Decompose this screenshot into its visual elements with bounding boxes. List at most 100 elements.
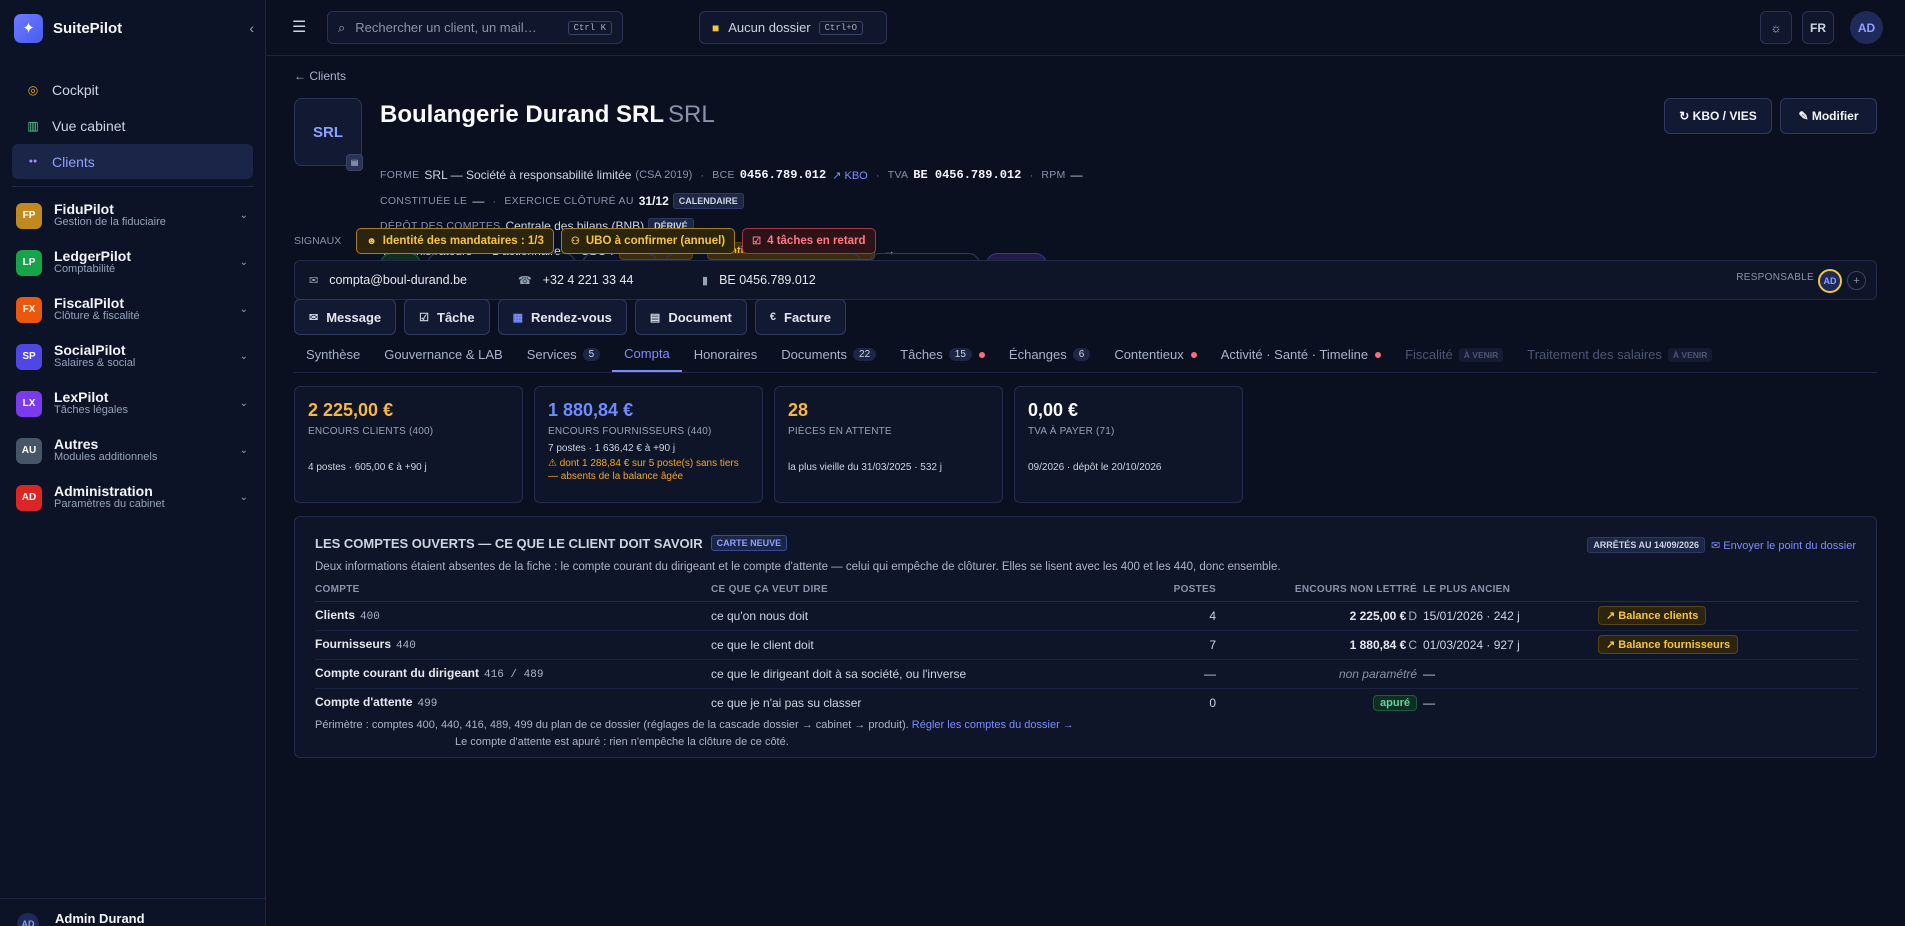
module-subtitle: Clôture & fiscalité (54, 309, 140, 322)
tab-gouvernance-lab[interactable]: Gouvernance & LAB (372, 337, 515, 372)
tab-label: Contentieux (1114, 347, 1184, 362)
module-fidupilot[interactable]: FP FiduPilot Gestion de la fiduciaire ⌄ (16, 192, 254, 239)
signal-chip[interactable]: ☑ 4 tâches en retard (742, 228, 876, 254)
account-code: 400 (360, 611, 380, 623)
tab-compta[interactable]: Compta (612, 337, 682, 372)
users-icon: ⚇ (570, 235, 580, 247)
module-ledgerpilot[interactable]: LP LedgerPilot Comptabilité ⌄ (16, 239, 254, 286)
vat-value: BE 0456.789.012 (719, 273, 816, 287)
debit-credit: C (1408, 637, 1417, 652)
search-input[interactable] (355, 20, 556, 35)
action-cell (1598, 659, 1858, 689)
postes-cell: 0 (1209, 695, 1216, 710)
action-label: Message (326, 309, 382, 325)
kpi-card[interactable]: 0,00 € TVA À PAYER (71) 09/2026 · dépôt le… (1014, 386, 1243, 503)
nav-item-clients[interactable]: ●● Clients (12, 144, 253, 179)
postes-cell: 7 (1106, 630, 1216, 660)
amount-value: 1 880,84 € (1349, 637, 1407, 652)
task-action-button[interactable]: ☑ Tâche (404, 299, 490, 335)
tab-échanges[interactable]: Échanges 6 (997, 337, 1102, 372)
signal-chip[interactable]: ⚇ UBO à confirmer (annuel) (560, 228, 736, 254)
search-box[interactable]: ⌕ Ctrl K (327, 11, 623, 44)
quick-actions: ✉ Message ☑ Tâche ▦ Rendez-vous ▤ Document € Fact… (294, 299, 846, 335)
kpi-card[interactable]: 2 225,00 € ENCOURS CLIENTS (400) 4 postes … (294, 386, 523, 503)
tab-count: 15 (948, 348, 972, 361)
collapse-sidebar-button[interactable]: ‹ (249, 20, 254, 36)
module-socialpilot[interactable]: SP SocialPilot Salaires & social ⌄ (16, 333, 254, 380)
tab-services[interactable]: Services 5 (515, 337, 612, 372)
kpi-card[interactable]: 28 PIÈCES EN ATTENTE la plus vieille du 31… (774, 386, 1003, 503)
module-title: FiscalPilot (54, 294, 125, 311)
brand-name: SuitePilot (53, 19, 123, 37)
sidebar: ✦ SuitePilot ‹ ◎ Cockpit ▥ Vue cabinet ●● Cli… (0, 0, 266, 926)
amount-status: non paramétré (1338, 666, 1417, 681)
kbo-vies-button[interactable]: ↻ KBO / VIES (1664, 98, 1772, 134)
signal-chip[interactable]: ☻ Identité des mandataires : 1/3 (356, 228, 554, 254)
appointment-action-button[interactable]: ▦ Rendez-vous (497, 299, 627, 335)
tab-synthèse[interactable]: Synthèse (294, 337, 372, 372)
user-footer[interactable]: AD Admin Durand (0, 898, 266, 926)
search-icon: ⌕ (338, 19, 346, 35)
kpi-extra: 7 postes · 1 636,42 € à +90 j (548, 443, 676, 454)
tab-tâches[interactable]: Tâches 15 (888, 337, 997, 372)
nav-item-cockpit[interactable]: ◎ Cockpit (12, 72, 253, 107)
signal-text: Identité des mandataires : 1/3 (382, 235, 544, 247)
rpm-label: RPM (1041, 169, 1066, 181)
table-row: Clients 400 ce qu'on nous doit 4 2 225,00 € D… (315, 601, 1858, 631)
edit-client-button[interactable]: ✎ Modifier (1780, 98, 1877, 134)
configure-accounts-link[interactable]: Régler les comptes du dossier → (912, 719, 1074, 731)
account-code: 416 / 489 (484, 669, 544, 681)
message-action-button[interactable]: ✉ Message (294, 299, 397, 335)
open-accounts-panel: LES COMPTES OUVERTS — CE QUE LE CLIENT D… (294, 516, 1877, 758)
back-to-clients-link[interactable]: ← Clients (294, 69, 346, 83)
email-field[interactable]: ✉ compta@boul-durand.be (309, 273, 504, 287)
kbo-link[interactable]: ↗ KBO (832, 169, 868, 182)
table-row: Compte d'attente 499 ce que je n'ai pas su… (315, 688, 1858, 717)
folder-selector[interactable]: ■ Aucun dossier Ctrl+O (699, 11, 887, 44)
module-fiscalpilot[interactable]: FX FiscalPilot Clôture & fiscalité ⌄ (16, 286, 254, 333)
document-action-button[interactable]: ▤ Document (634, 299, 747, 335)
balance-link-button[interactable]: ↗ Balance clients (1598, 606, 1707, 625)
action-cell: ↗ Balance clients (1598, 601, 1858, 631)
new-card-badge: CARTE NEUVE (710, 535, 788, 551)
table-header: COMPTE CE QUE ÇA VEUT DIRE POSTES ENCOURS N… (315, 579, 1858, 602)
tab-label: Services (526, 347, 577, 362)
meaning-cell: ce que je n'ai pas su classer (711, 695, 862, 710)
chevron-down-icon: ⌄ (239, 210, 248, 221)
forme-note: (CSA 2019) (635, 169, 693, 181)
module-lexpilot[interactable]: LX LexPilot Tâches légales ⌄ (16, 380, 254, 427)
module-administration[interactable]: AD Administration Paramètres du cabinet ⌄ (16, 474, 254, 521)
tab-documents[interactable]: Documents 22 (769, 337, 888, 372)
module-title: Administration (54, 482, 153, 499)
logo-edit-icon[interactable]: ▤ (346, 154, 363, 171)
language-button[interactable]: FR (1802, 11, 1834, 44)
chevron-down-icon: ⌄ (239, 304, 248, 315)
user-avatar-button[interactable]: AD (1850, 11, 1883, 44)
exercice-value: 31/12 (638, 194, 669, 208)
phone-field[interactable]: ☎ +32 4 221 33 44 (518, 273, 688, 287)
module-autres[interactable]: AU Autres Modules additionnels ⌄ (16, 427, 254, 474)
balance-link-button[interactable]: ↗ Balance fournisseurs (1598, 635, 1739, 654)
tab-activité-santé-timeline[interactable]: Activité · Santé · Timeline (1209, 337, 1393, 372)
invoice-action-button[interactable]: € Facture (754, 299, 846, 335)
debit-credit: D (1408, 608, 1417, 623)
theme-toggle-button[interactable]: ☼ (1760, 11, 1792, 44)
action-label: Rendez-vous (531, 309, 612, 325)
tab-honoraires[interactable]: Honoraires (682, 337, 770, 372)
module-text: LedgerPilot Comptabilité (54, 249, 131, 276)
topbar: ☰ ⌕ Ctrl K ■ Aucun dossier Ctrl+O ☼ FR A… (266, 0, 1905, 56)
kpi-value: 28 (788, 400, 809, 420)
action-cell: ↗ Balance fournisseurs (1598, 630, 1858, 660)
forme-value: SRL — Société à responsabilité limitée (424, 168, 632, 182)
sidebar-divider (12, 186, 254, 187)
tab-contentieux[interactable]: Contentieux (1102, 337, 1208, 372)
amount-cell: 1 880,84 € C (1216, 630, 1423, 660)
add-responsible-button[interactable]: + (1847, 271, 1866, 290)
nav-item-vue-cabinet[interactable]: ▥ Vue cabinet (12, 108, 253, 143)
menu-icon[interactable]: ☰ (292, 17, 306, 37)
responsible-avatar[interactable]: AD (1818, 269, 1842, 293)
module-badge: AU (16, 437, 42, 464)
send-summary-link[interactable]: ✉ Envoyer le point du dossier (1711, 539, 1856, 552)
kpi-card[interactable]: 1 880,84 € ENCOURS FOURNISSEURS (440) 7 po… (534, 386, 763, 503)
column-header: LE PLUS ANCIEN (1423, 579, 1598, 602)
